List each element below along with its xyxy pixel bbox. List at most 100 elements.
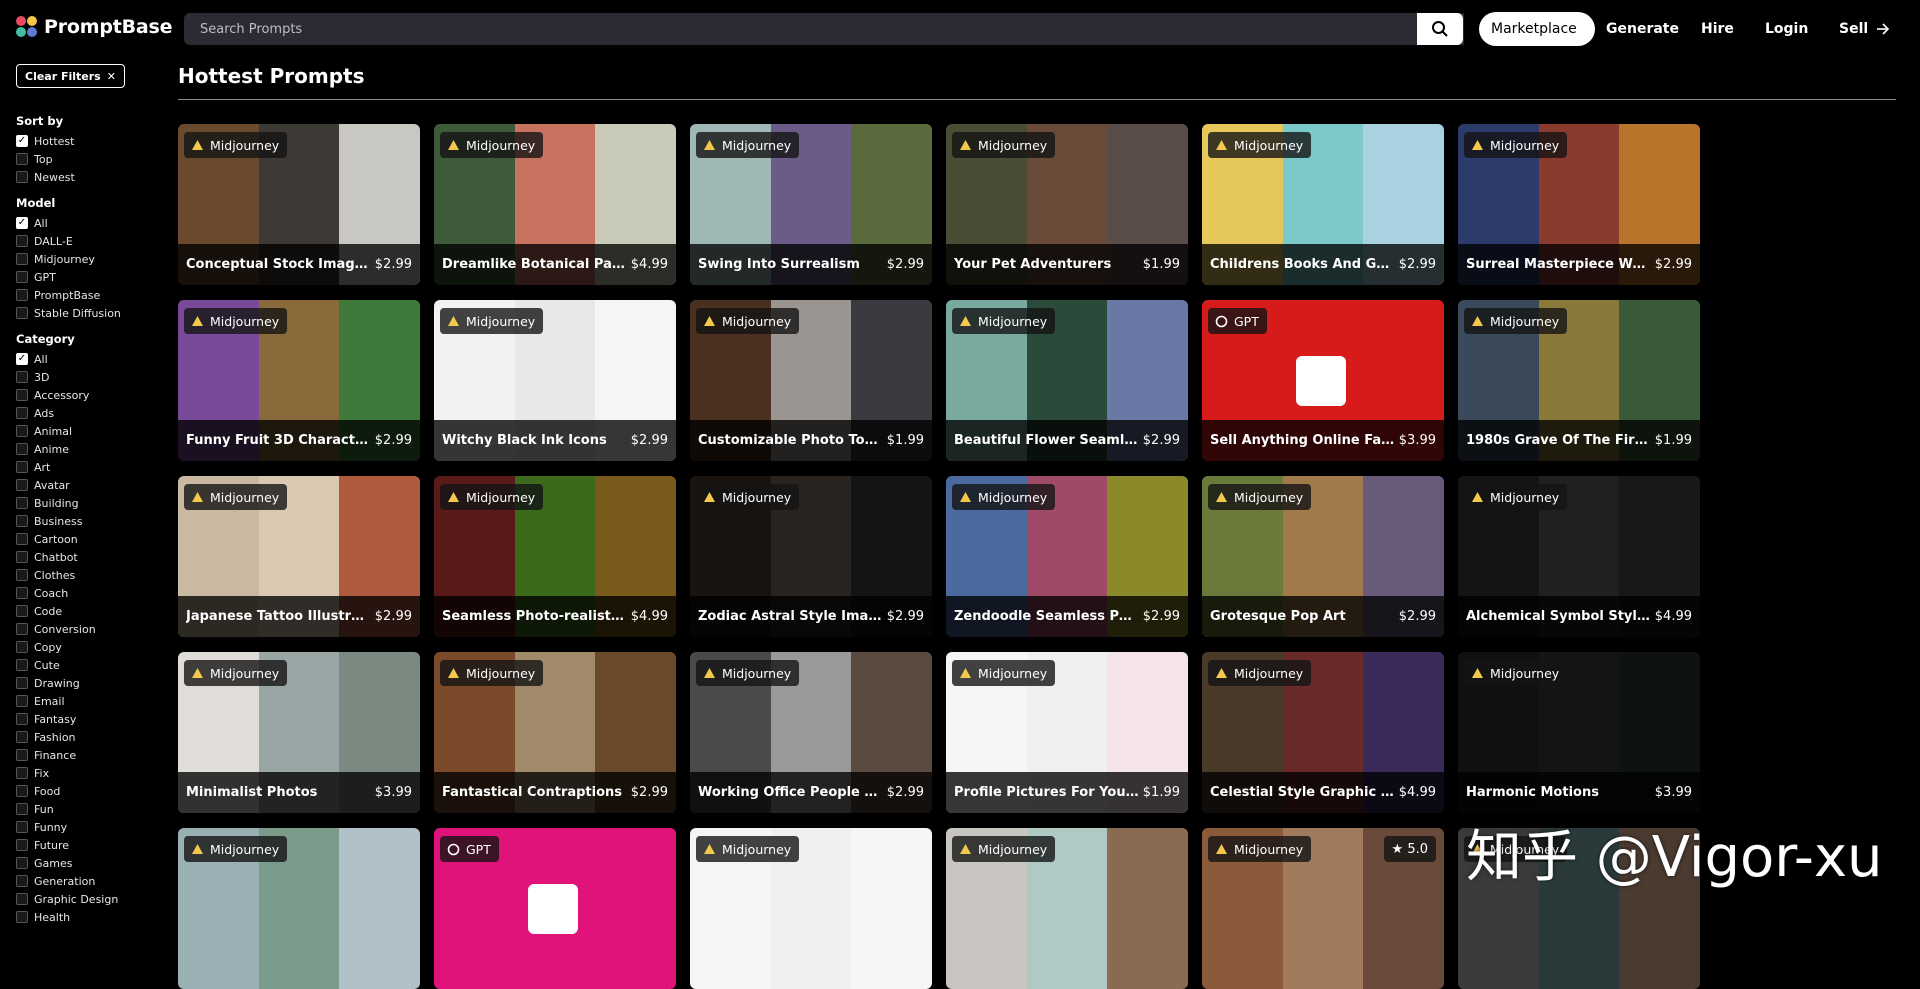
prompt-card[interactable]: MidjourneyGrotesque Pop Art$2.99 — [1202, 476, 1444, 637]
category-option[interactable]: Finance — [16, 746, 166, 764]
checkbox[interactable] — [16, 911, 28, 923]
prompt-card[interactable]: GPT — [434, 828, 676, 989]
category-option[interactable]: Funny — [16, 818, 166, 836]
checkbox[interactable] — [16, 407, 28, 419]
category-option[interactable]: Accessory — [16, 386, 166, 404]
checkbox[interactable] — [16, 839, 28, 851]
prompt-card[interactable]: MidjourneyFunny Fruit 3D Characters$2.99 — [178, 300, 420, 461]
prompt-card[interactable]: MidjourneyHarmonic Motions$3.99 — [1458, 652, 1700, 813]
category-option[interactable]: Animal — [16, 422, 166, 440]
category-option[interactable]: Games — [16, 854, 166, 872]
checkbox[interactable] — [16, 171, 28, 183]
prompt-card[interactable]: MidjourneyCustomizable Photo Top Views$1… — [690, 300, 932, 461]
category-option[interactable]: Clothes — [16, 566, 166, 584]
nav-sell[interactable]: Sell — [1839, 12, 1890, 46]
prompt-card[interactable]: MidjourneyYour Pet Adventurers$1.99 — [946, 124, 1188, 285]
checkbox[interactable] — [16, 461, 28, 473]
checkbox[interactable] — [16, 623, 28, 635]
category-option[interactable]: Business — [16, 512, 166, 530]
category-option[interactable]: Avatar — [16, 476, 166, 494]
category-option[interactable]: Future — [16, 836, 166, 854]
category-option[interactable]: Conversion — [16, 620, 166, 638]
prompt-card[interactable]: MidjourneySurreal Masterpiece Wall Art$2… — [1458, 124, 1700, 285]
checkbox[interactable] — [16, 659, 28, 671]
checkbox[interactable] — [16, 235, 28, 247]
category-option[interactable]: Anime — [16, 440, 166, 458]
checkbox[interactable] — [16, 875, 28, 887]
checkbox[interactable] — [16, 569, 28, 581]
prompt-card[interactable]: MidjourneyJapanese Tattoo Illustrations$… — [178, 476, 420, 637]
category-option[interactable]: Food — [16, 782, 166, 800]
prompt-card[interactable]: MidjourneyConceptual Stock Images For ..… — [178, 124, 420, 285]
category-option[interactable]: Code — [16, 602, 166, 620]
prompt-card[interactable]: MidjourneyWitchy Black Ink Icons$2.99 — [434, 300, 676, 461]
nav-generate[interactable]: Generate — [1606, 12, 1679, 46]
model-option[interactable]: PromptBase — [16, 286, 166, 304]
prompt-card[interactable]: MidjourneySeamless Photo-realistic Patt.… — [434, 476, 676, 637]
checkbox[interactable]: ✓ — [16, 217, 28, 229]
checkbox[interactable] — [16, 443, 28, 455]
category-option[interactable]: 3D — [16, 368, 166, 386]
checkbox[interactable] — [16, 641, 28, 653]
checkbox[interactable] — [16, 695, 28, 707]
search-button[interactable] — [1417, 13, 1463, 45]
category-option[interactable]: Email — [16, 692, 166, 710]
checkbox[interactable] — [16, 389, 28, 401]
checkbox[interactable] — [16, 425, 28, 437]
checkbox[interactable] — [16, 497, 28, 509]
model-option[interactable]: Stable Diffusion — [16, 304, 166, 322]
clear-filters-button[interactable]: Clear Filters ✕ — [16, 64, 125, 88]
prompt-card[interactable]: MidjourneyZendoodle Seamless Patterns$2.… — [946, 476, 1188, 637]
category-option[interactable]: Copy — [16, 638, 166, 656]
checkbox[interactable] — [16, 605, 28, 617]
prompt-card[interactable]: MidjourneyDreamlike Botanical Patterns$4… — [434, 124, 676, 285]
category-option[interactable]: Fashion — [16, 728, 166, 746]
checkbox[interactable] — [16, 893, 28, 905]
checkbox[interactable] — [16, 677, 28, 689]
category-option[interactable]: ✓All — [16, 350, 166, 368]
category-option[interactable]: Art — [16, 458, 166, 476]
checkbox[interactable] — [16, 307, 28, 319]
checkbox[interactable] — [16, 767, 28, 779]
search-input[interactable]: Search Prompts — [184, 13, 1464, 45]
model-option[interactable]: Midjourney — [16, 250, 166, 268]
prompt-card[interactable]: MidjourneyZodiac Astral Style Images$2.9… — [690, 476, 932, 637]
prompt-card[interactable]: GPTSell Anything Online Fast$3.99 — [1202, 300, 1444, 461]
category-option[interactable]: Chatbot — [16, 548, 166, 566]
nav-hire[interactable]: Hire — [1701, 12, 1734, 46]
prompt-card[interactable]: MidjourneyMinimalist Photos$3.99 — [178, 652, 420, 813]
category-option[interactable]: Cartoon — [16, 530, 166, 548]
checkbox[interactable] — [16, 479, 28, 491]
checkbox[interactable]: ✓ — [16, 135, 28, 147]
sort-option[interactable]: Top — [16, 150, 166, 168]
checkbox[interactable] — [16, 785, 28, 797]
sort-option[interactable]: Newest — [16, 168, 166, 186]
category-option[interactable]: Graphic Design — [16, 890, 166, 908]
checkbox[interactable] — [16, 533, 28, 545]
prompt-card[interactable]: Midjourney — [946, 828, 1188, 989]
prompt-card[interactable]: Midjourney1980s Grave Of The Fireflies .… — [1458, 300, 1700, 461]
checkbox[interactable] — [16, 731, 28, 743]
checkbox[interactable] — [16, 821, 28, 833]
category-option[interactable]: Fantasy — [16, 710, 166, 728]
prompt-card[interactable]: MidjourneyChildrens Books And Greeting..… — [1202, 124, 1444, 285]
prompt-card[interactable]: MidjourneySwing Into Surrealism$2.99 — [690, 124, 932, 285]
marketplace-dropdown[interactable]: Marketplace — [1479, 12, 1595, 46]
checkbox[interactable] — [16, 749, 28, 761]
checkbox[interactable] — [16, 551, 28, 563]
checkbox[interactable] — [16, 253, 28, 265]
prompt-card[interactable]: Midjourney — [178, 828, 420, 989]
model-option[interactable]: ✓All — [16, 214, 166, 232]
checkbox[interactable]: ✓ — [16, 353, 28, 365]
checkbox[interactable] — [16, 289, 28, 301]
category-option[interactable]: Cute — [16, 656, 166, 674]
checkbox[interactable] — [16, 371, 28, 383]
prompt-card[interactable]: Midjourney — [690, 828, 932, 989]
category-option[interactable]: Coach — [16, 584, 166, 602]
category-option[interactable]: Fix — [16, 764, 166, 782]
checkbox[interactable] — [16, 153, 28, 165]
prompt-card[interactable]: MidjourneyFantastical Contraptions$2.99 — [434, 652, 676, 813]
logo[interactable]: PromptBase — [16, 16, 172, 38]
checkbox[interactable] — [16, 271, 28, 283]
nav-login[interactable]: Login — [1765, 12, 1808, 46]
